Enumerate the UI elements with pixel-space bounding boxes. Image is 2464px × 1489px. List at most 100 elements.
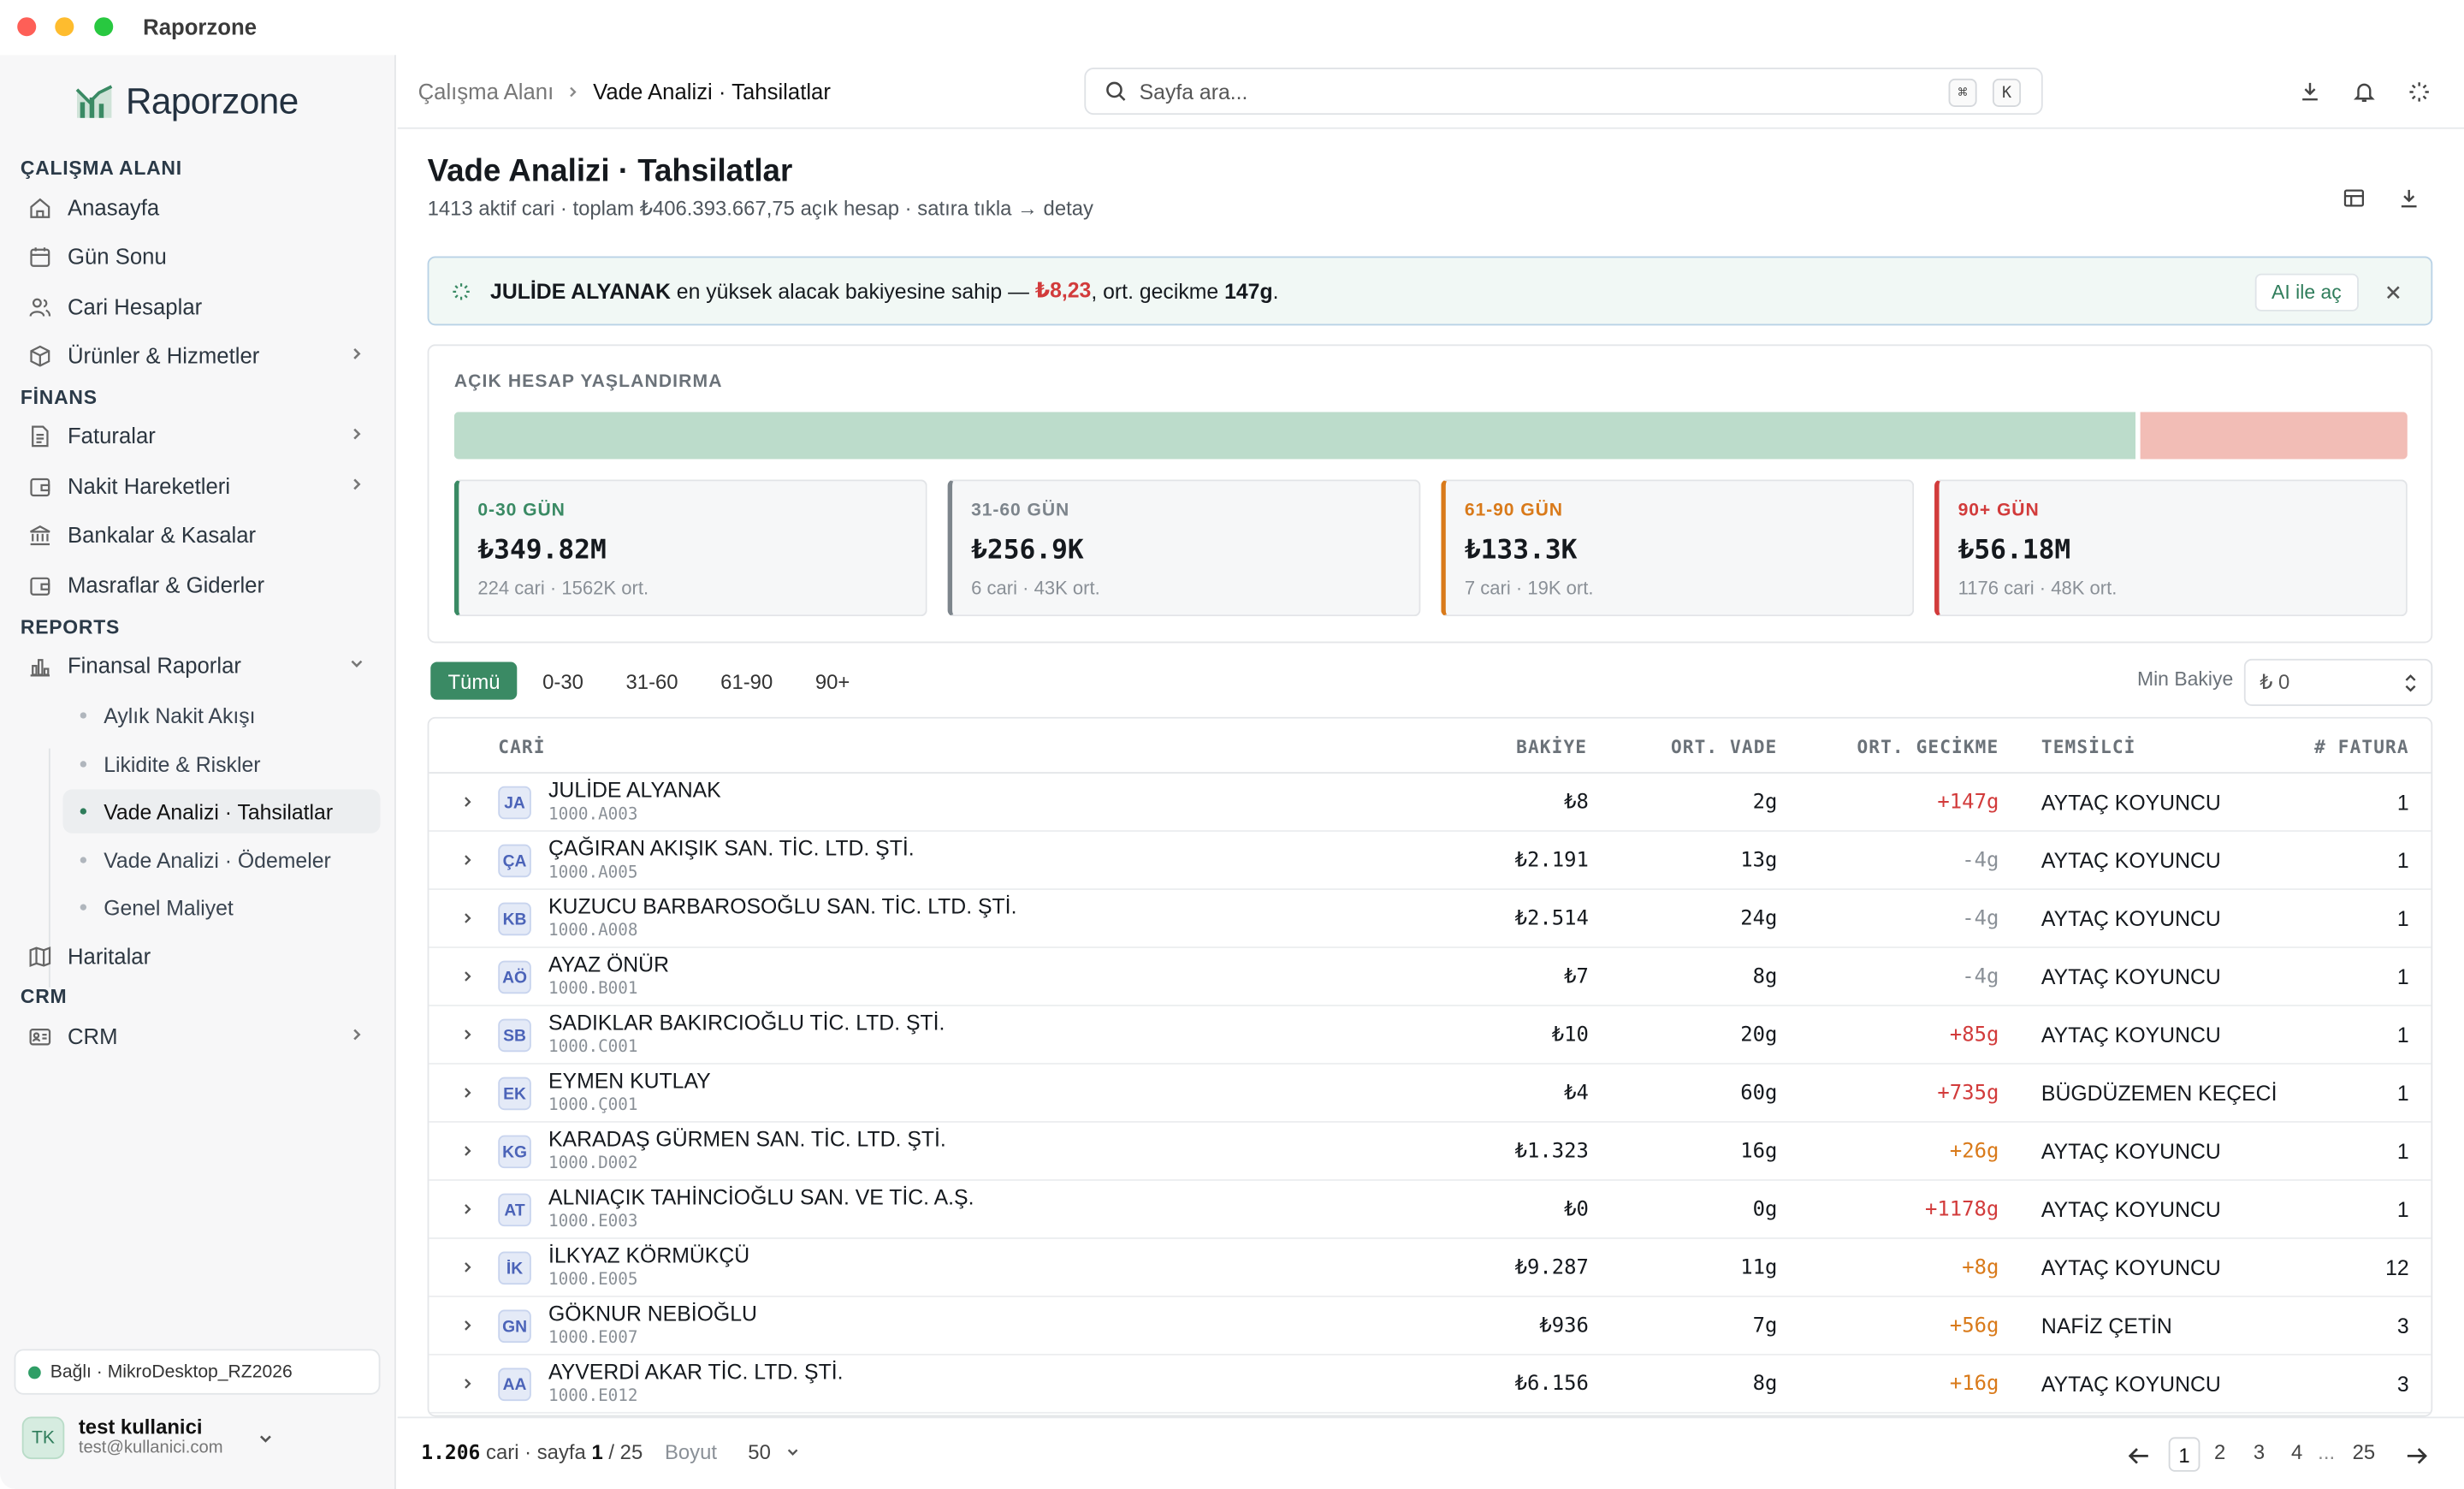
table-row[interactable]: SB SADIKLAR BAKIRCIOĞLU TİC. LTD. ŞTİ. 100…: [429, 1006, 2431, 1065]
section-reports: REPORTS: [20, 616, 121, 638]
aging-card-31-60[interactable]: 31-60 GÜN ₺256.9K 6 cari · 43K ort.: [947, 479, 1421, 617]
page-button-last[interactable]: 25: [2353, 1440, 2376, 1464]
table-row[interactable]: EK EYMEN KUTLAY 1000.Ç001 ₺4 60g +735g BÜGDÜZE…: [429, 1065, 2431, 1123]
alert-text: en yüksek alacak bakiyesine sahip —: [676, 279, 1029, 303]
sidebar-item-haritalar[interactable]: Haritalar: [21, 934, 381, 977]
bell-icon[interactable]: [2353, 80, 2377, 104]
chevron-right-icon[interactable]: [460, 1143, 475, 1159]
table-row[interactable]: KG KARADAŞ GÜRMEN SAN. TİC. LTD. ŞTİ. 1000…: [429, 1123, 2431, 1181]
fatura-cell: 1: [2396, 1198, 2409, 1222]
ort-gecikme-cell: +85g: [1949, 1023, 1999, 1047]
table-row[interactable]: AT ALNIAÇIK TAHİNCİOĞLU SAN. VE TİC. A.Ş.…: [429, 1181, 2431, 1239]
aging-card-61-90[interactable]: 61-90 GÜN ₺133.3K 7 cari · 19K ort.: [1441, 479, 1915, 617]
sidebar-subitem-vade-odemeler[interactable]: Vade Analizi · Ödemeler: [62, 838, 380, 881]
table-row[interactable]: GN GÖKNUR NEBİOĞLU 1000.E007 ₺936 7g +56g NAFİ…: [429, 1297, 2431, 1356]
col-ort-vade[interactable]: ORT. VADE: [1671, 736, 1777, 758]
filter-tab-0-30[interactable]: 0-30: [525, 662, 601, 700]
temsilci-cell: AYTAÇ KOYUNCU: [2040, 791, 2221, 815]
col-cari[interactable]: CARİ: [498, 736, 545, 758]
breadcrumb-root[interactable]: Çalışma Alanı: [418, 79, 554, 104]
arrow-right-icon[interactable]: [2406, 1446, 2428, 1465]
aging-card-0-30[interactable]: 0-30 GÜN ₺349.82M 224 cari · 1562K ort.: [453, 479, 927, 617]
sidebar-subitem-aylik-nakit[interactable]: Aylık Nakit Akışı: [62, 693, 380, 737]
sidebar-subitem-genel-maliyet[interactable]: Genel Maliyet: [62, 885, 380, 928]
filter-tab-90-plus[interactable]: 90+: [798, 662, 868, 700]
filter-tab-all[interactable]: Tümü: [430, 661, 518, 700]
chevron-right-icon[interactable]: [460, 1318, 475, 1333]
sidebar-item-cari-hesaplar[interactable]: Cari Hesaplar: [21, 285, 381, 329]
pagination-footer: 1.206 cari · sayfa 1 / 25 Boyut 50 1 2 3…: [397, 1416, 2464, 1489]
col-temsilci[interactable]: TEMSİLCİ: [2041, 736, 2136, 758]
search-box[interactable]: ⌘ K: [1084, 68, 2043, 116]
export-icon[interactable]: [2398, 187, 2420, 210]
sidebar-item-masraflar[interactable]: Masraflar & Giderler: [21, 563, 381, 607]
table-row[interactable]: AÖ AYAZ ÖNÜR 1000.B001 ₺7 8g -4g AYTAÇ KOYUNCU…: [429, 948, 2431, 1006]
col-fatura[interactable]: # FATURA: [2314, 736, 2409, 758]
min-balance-input[interactable]: ₺ 0: [2243, 658, 2433, 706]
filter-tab-31-60[interactable]: 31-60: [608, 662, 695, 700]
sidebar-subitem-vade-tahsilatlar[interactable]: Vade Analizi · Tahsilatlar: [62, 789, 381, 833]
sidebar-item-label: Finansal Raporlar: [67, 652, 241, 678]
table-row[interactable]: KB KUZUCU BARBAROSOĞLU SAN. TİC. LTD. ŞTİ…: [429, 890, 2431, 948]
bakiye-cell: ₺1.323: [1514, 1140, 1589, 1164]
cari-name: JULİDE ALYANAK: [548, 778, 721, 803]
page-button-2[interactable]: 2: [2214, 1440, 2225, 1464]
sidebar-item-gun-sonu[interactable]: Gün Sonu: [21, 234, 381, 278]
table-view-icon[interactable]: [2343, 187, 2366, 210]
cari-name: KUZUCU BARBAROSOĞLU SAN. TİC. LTD. ŞTİ.: [548, 894, 1017, 919]
chevron-right-icon[interactable]: [460, 1260, 475, 1275]
col-bakiye[interactable]: BAKİYE: [1516, 736, 1587, 758]
filter-tab-61-90[interactable]: 61-90: [703, 662, 790, 700]
minimize-window-button[interactable]: [55, 17, 74, 37]
search-input[interactable]: [1139, 79, 1894, 104]
table-row[interactable]: ÇA ÇAĞIRAN AKIŞIK SAN. TİC. LTD. ŞTİ. 1000…: [429, 832, 2431, 890]
sidebar-item-crm[interactable]: CRM: [21, 1014, 381, 1058]
sidebar-item-nakit-hareketleri[interactable]: Nakit Hareketleri: [21, 464, 381, 507]
sidebar-subitem-likidite[interactable]: Likidite & Riskler: [62, 742, 380, 786]
loader-icon[interactable]: [2408, 80, 2431, 104]
temsilci-cell: BÜGDÜZEMEN KEÇECİ: [2040, 1082, 2277, 1106]
col-ort-gecikme[interactable]: ORT. GECİKME: [1857, 736, 1999, 758]
chevron-right-icon[interactable]: [460, 969, 475, 984]
chevron-right-icon[interactable]: [460, 1027, 475, 1042]
arrow-left-icon[interactable]: [2128, 1446, 2150, 1465]
page-button-3[interactable]: 3: [2254, 1440, 2265, 1464]
cari-code: 1000.A008: [548, 921, 638, 940]
chevron-right-icon[interactable]: [460, 794, 475, 810]
chevron-right-icon[interactable]: [460, 1201, 475, 1217]
sidebar-item-urunler[interactable]: Ürünler & Hizmetler: [21, 334, 381, 377]
ort-vade-cell: 16g: [1740, 1140, 1778, 1164]
ort-gecikme-cell: +56g: [1949, 1314, 1999, 1338]
brand[interactable]: Raporzone: [75, 80, 299, 123]
chevron-right-icon[interactable]: [460, 1085, 475, 1100]
chevron-right-icon[interactable]: [460, 1376, 475, 1391]
close-icon[interactable]: [2385, 285, 2401, 300]
table-row[interactable]: İK İLKYAZ KÖRMÜKÇÜ 1000.E005 ₺9.287 11g +8g AY…: [429, 1239, 2431, 1297]
table-row[interactable]: AA AYVERDİ AKAR TİC. LTD. ŞTİ. 1000.E012 ₺6…: [429, 1356, 2431, 1414]
alert-name: JULİDE ALYANAK: [490, 279, 671, 303]
chevron-right-icon[interactable]: [460, 911, 475, 926]
aging-card-90-plus[interactable]: 90+ GÜN ₺56.18M 1176 cari · 48K ort.: [1934, 479, 2408, 617]
temsilci-cell: AYTAÇ KOYUNCU: [2040, 849, 2221, 873]
ort-gecikme-cell: +16g: [1949, 1373, 1999, 1397]
maximize-window-button[interactable]: [94, 17, 114, 37]
user-menu[interactable]: TK test kullanici test@kullanici.com: [21, 1416, 274, 1460]
table-row[interactable]: JA JULİDE ALYANAK 1000.A003 ₺8 2g +147g AYTAÇ …: [429, 774, 2431, 832]
bakiye-cell: ₺7: [1564, 965, 1589, 989]
ai-open-button[interactable]: AI ile aç: [2254, 273, 2359, 311]
cari-name: EYMEN KUTLAY: [548, 1069, 711, 1093]
sidebar-item-faturalar[interactable]: Faturalar: [21, 413, 381, 457]
close-window-button[interactable]: [17, 17, 37, 37]
page-size-select[interactable]: 50: [748, 1440, 800, 1464]
chevron-right-icon[interactable]: [460, 852, 475, 868]
sidebar-item-finansal-raporlar[interactable]: Finansal Raporlar: [21, 643, 381, 686]
brand-name: Raporzone: [125, 80, 299, 122]
sidebar-item-bankalar[interactable]: Bankalar & Kasalar: [21, 513, 381, 556]
page-button-1[interactable]: 1: [2168, 1437, 2200, 1472]
bullet-icon: [80, 857, 87, 863]
stepper-icon[interactable]: [2402, 673, 2418, 693]
sidebar-item-anasayfa[interactable]: Anasayfa: [21, 186, 381, 229]
connection-status[interactable]: Bağlı · MikroDesktop_RZ2026: [14, 1349, 381, 1395]
download-icon[interactable]: [2299, 80, 2321, 103]
page-button-4[interactable]: 4: [2291, 1440, 2302, 1464]
